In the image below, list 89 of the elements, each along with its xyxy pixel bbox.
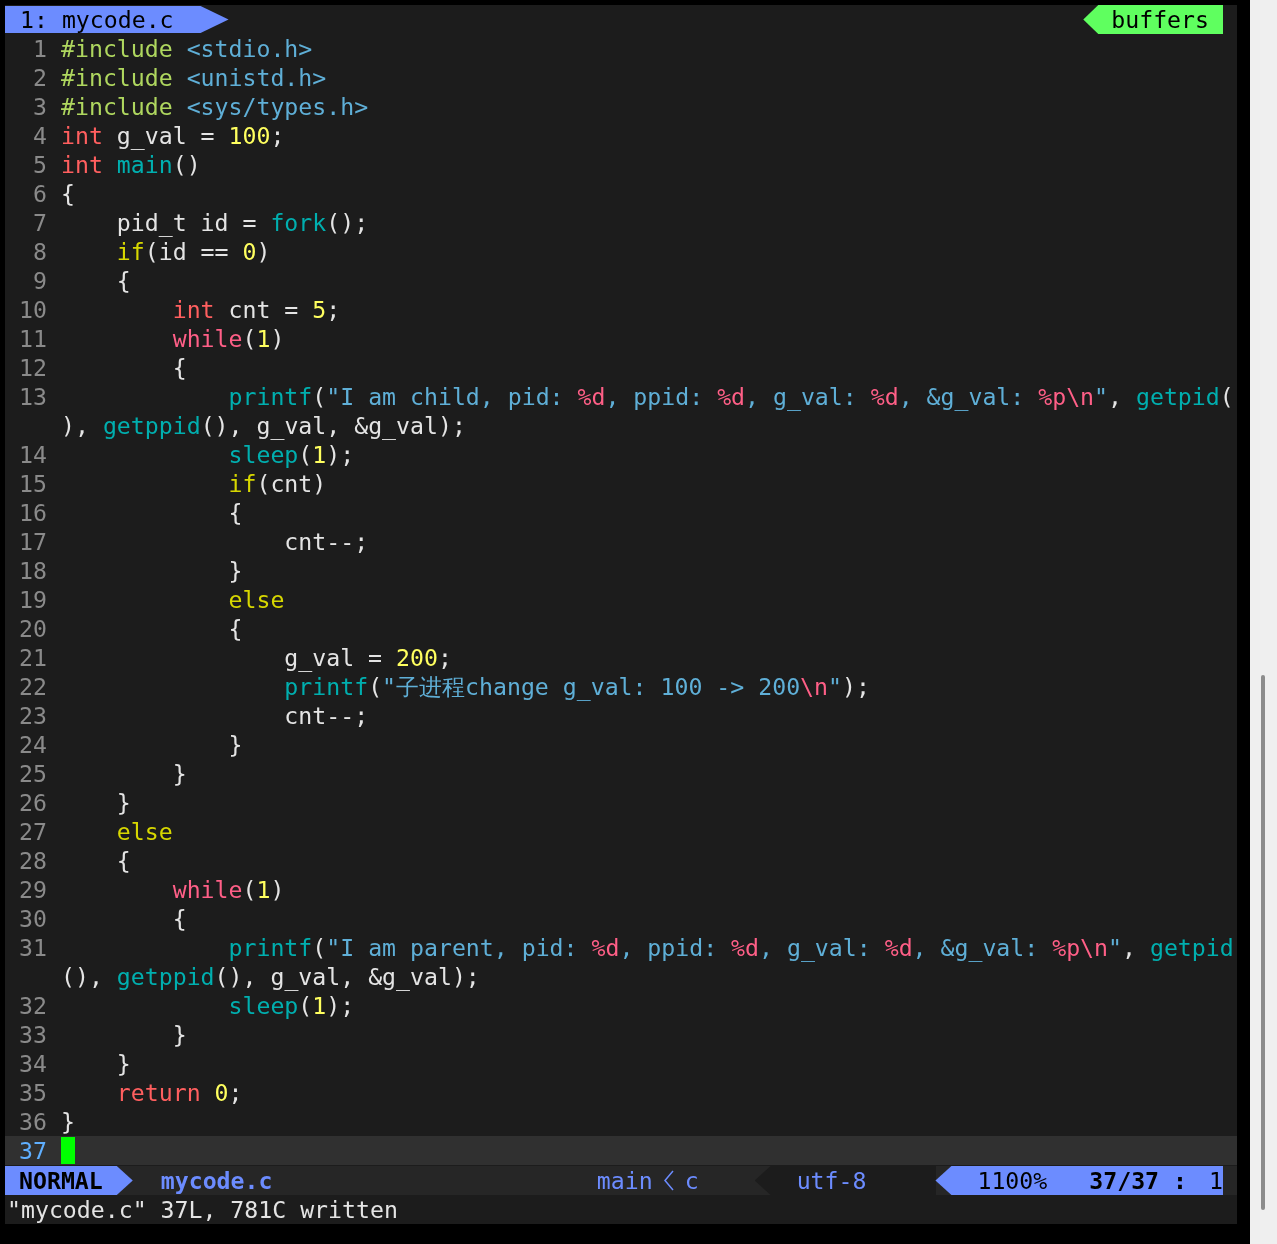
line-number: 34 [18, 1049, 48, 1078]
line-number: 25 [18, 759, 48, 788]
code-line: } [227, 730, 243, 759]
line-number: 10 [18, 295, 48, 324]
code-line: { [227, 498, 243, 527]
code-line: } [171, 759, 187, 788]
code-line: int main() [61, 150, 201, 179]
line-number: 3 [32, 92, 48, 121]
line-number: 22 [18, 672, 48, 701]
line-number: 21 [18, 643, 48, 672]
scrollbar-thumb[interactable] [1261, 675, 1265, 1210]
line-number: 23 [18, 701, 48, 730]
line-number: 7 [32, 208, 48, 237]
line-position: 37/37 [1089, 1166, 1160, 1195]
cursor [61, 1137, 75, 1164]
code-line: } [115, 1049, 131, 1078]
line-number: 37 [18, 1136, 48, 1165]
code-line: } [61, 1107, 75, 1136]
line-number: 35 [18, 1078, 48, 1107]
line-number: 24 [18, 730, 48, 759]
code-line: if(id == 0) [115, 237, 271, 266]
buffer-tab[interactable]: 1: mycode.c [5, 6, 229, 33]
code-line: { [115, 846, 131, 875]
code-line: printf("子进程change g_val: 100 -> 200\n"); [283, 672, 870, 701]
code-line: } [171, 1020, 187, 1049]
file-encoding: utf-8 [754, 1166, 937, 1195]
code-line: } [115, 788, 131, 817]
line-number: 12 [18, 353, 48, 382]
code-line: #include <stdio.h> [61, 34, 313, 63]
line-number: 30 [18, 904, 48, 933]
line-number: 4 [32, 121, 48, 150]
code-line: (), getppid(), g_val, &g_val); [61, 962, 480, 991]
line-number: 6 [32, 179, 48, 208]
code-line: int cnt = 5; [171, 295, 341, 324]
code-line: else [227, 585, 285, 614]
code-line: g_val = 200; [283, 643, 452, 672]
code-line: { [171, 904, 187, 933]
line-number: 29 [18, 875, 48, 904]
code-line: { [61, 179, 75, 208]
line-number: 31 [18, 933, 48, 963]
code-line: while(1) [171, 324, 285, 353]
code-line: while(1) [171, 875, 285, 904]
code-line: else [115, 817, 173, 846]
code-line: { [171, 353, 187, 382]
line-number: 1 [32, 34, 48, 63]
column-separator: : [1173, 1166, 1188, 1195]
code-line: int g_val = 100; [61, 121, 285, 150]
code-line: if(cnt) [227, 469, 327, 498]
line-number: 14 [18, 440, 48, 469]
line-number: 16 [18, 498, 48, 527]
code-line: sleep(1); [227, 440, 355, 469]
mode-indicator: NORMAL [5, 1166, 133, 1195]
code-line: return 0; [115, 1078, 243, 1107]
line-number: 8 [32, 237, 48, 266]
command-message: "mycode.c" 37L, 781C written [6, 1195, 399, 1224]
code-line: sleep(1); [227, 991, 355, 1020]
line-number: 19 [18, 585, 48, 614]
scroll-percent: 1100% [977, 1166, 1048, 1195]
code-line: cnt--; [283, 701, 369, 730]
line-number: 33 [18, 1020, 48, 1049]
code-line: printf("I am parent, pid: %d, ppid: %d, g_val: %d, &g_val: %p\n", getpid [227, 933, 1234, 962]
code-line: ), getppid(), g_val, &g_val); [61, 411, 466, 440]
line-number: 5 [32, 150, 48, 179]
function-name: main [596, 1166, 653, 1195]
code-line: pid_t id = fork(); [115, 208, 369, 237]
column-number: 1 [1209, 1166, 1223, 1195]
code-line: { [227, 614, 243, 643]
code-line: #include <unistd.h> [61, 63, 327, 92]
line-number: 11 [18, 324, 48, 353]
line-number: 18 [18, 556, 48, 585]
line-number: 13 [18, 382, 48, 412]
buffers-label: buffers [1083, 5, 1223, 34]
line-number: 17 [18, 527, 48, 556]
file-type: c [684, 1166, 699, 1195]
code-line: #include <sys/types.h> [61, 92, 369, 121]
code-line: { [115, 266, 131, 295]
line-number: 36 [18, 1107, 48, 1136]
line-number: 20 [18, 614, 48, 643]
code-line: cnt--; [283, 527, 369, 556]
line-number: 27 [18, 817, 48, 846]
file-name: mycode.c [160, 1166, 273, 1195]
code-line: } [227, 556, 243, 585]
line-number: 9 [32, 266, 48, 295]
code-line: printf("I am child, pid: %d, ppid: %d, g_val: %d, &g_val: %p\n", getpid( [227, 382, 1234, 411]
line-number: 2 [32, 63, 48, 92]
line-number: 26 [18, 788, 48, 817]
line-number: 15 [18, 469, 48, 498]
line-number: 32 [18, 991, 48, 1020]
line-number: 28 [18, 846, 48, 875]
